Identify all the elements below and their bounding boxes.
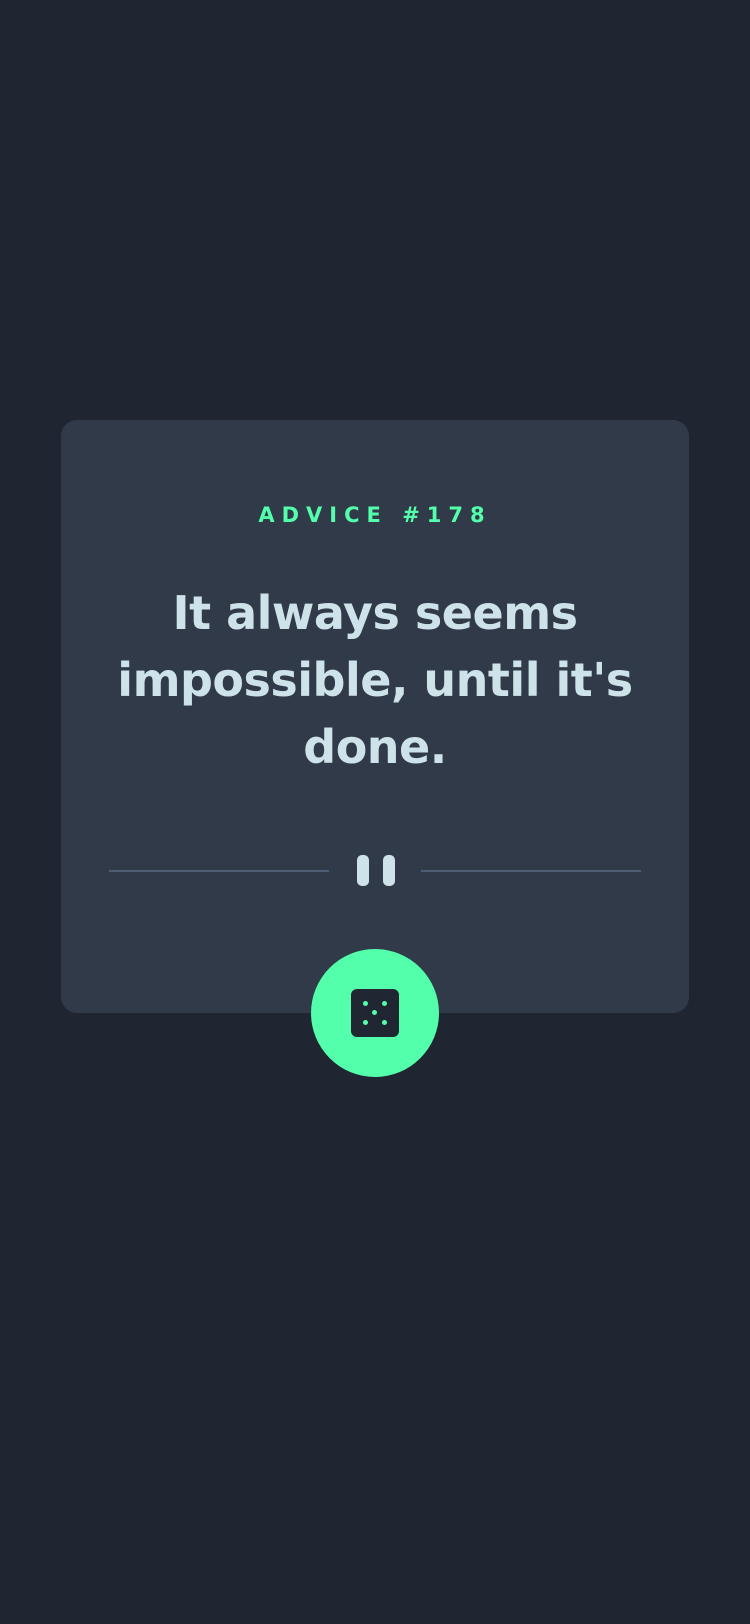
dice-pip	[382, 1001, 387, 1006]
dice-pip	[372, 1010, 377, 1015]
pause-bar-right	[383, 855, 395, 886]
dice-icon	[351, 989, 399, 1037]
dice-pip	[382, 1020, 387, 1025]
pause-icon	[357, 855, 395, 886]
pause-bar-left	[357, 855, 369, 886]
dice-pip	[363, 1001, 368, 1006]
advice-number-label: ADVICE #178	[258, 503, 492, 527]
divider-line-right	[421, 870, 641, 872]
advice-quote: It always seems impossible, until it's d…	[117, 586, 633, 774]
dice-pip	[363, 1020, 368, 1025]
divider-line-left	[109, 870, 329, 872]
new-advice-button[interactable]	[311, 949, 439, 1077]
